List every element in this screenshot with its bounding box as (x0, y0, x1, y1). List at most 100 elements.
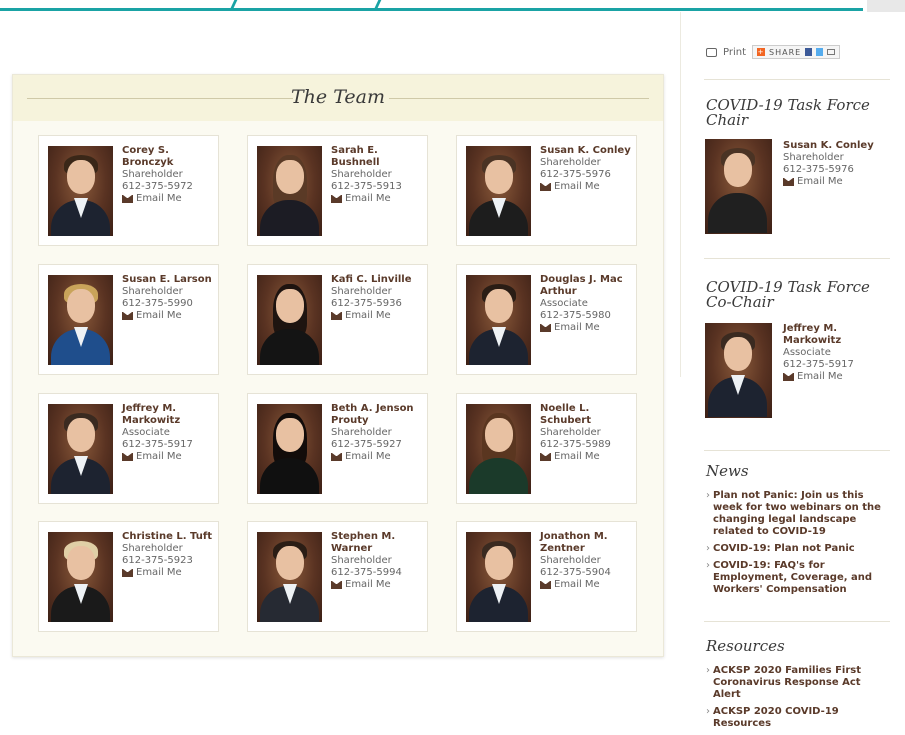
chevron-right-icon: › (706, 665, 710, 676)
email-label: Email Me (554, 451, 600, 462)
print-link[interactable]: Print (723, 47, 746, 58)
avatar[interactable] (466, 404, 531, 494)
member-name[interactable]: Jeffrey M. Markowitz (122, 403, 217, 427)
member-phone: 612-375-5980 (540, 310, 611, 321)
member-info: Jeffrey M. Markowitz Associate 612-375-591… (122, 403, 217, 463)
team-panel: The Team Corey S. Bronczyk Shareholder 612… (12, 74, 664, 657)
face (724, 153, 752, 187)
cochair-title: Associate (783, 347, 831, 358)
resource-item[interactable]: › ACKSP 2020 COVID-19 Resources (706, 706, 886, 730)
news-item[interactable]: › COVID-19: Plan not Panic (706, 543, 886, 555)
envelope-icon (540, 453, 551, 461)
email-link[interactable]: Email Me (540, 322, 635, 334)
team-member-card: Noelle L. Schubert Shareholder 612-375-598… (456, 393, 637, 504)
top-nav-bar (0, 0, 905, 12)
email-link[interactable]: Email Me (331, 579, 426, 591)
member-name[interactable]: Stephen M. Warner (331, 531, 426, 555)
member-name[interactable]: Kafi C. Linville (331, 274, 426, 286)
envelope-icon (783, 178, 794, 186)
printer-icon[interactable] (706, 47, 717, 57)
avatar[interactable] (48, 404, 113, 494)
email-link[interactable]: Email Me (540, 451, 635, 463)
avatar[interactable] (466, 275, 531, 365)
news-item-label: COVID-19: Plan not Panic (713, 543, 855, 554)
avatar[interactable] (257, 146, 322, 236)
chair-title: Shareholder (783, 152, 844, 163)
team-member-card: Douglas J. Mac Arthur Associate 612-375-59… (456, 264, 637, 375)
email-link[interactable]: Email Me (122, 310, 217, 322)
member-name[interactable]: Beth A. Jenson Prouty (331, 403, 426, 427)
cochair-email-link[interactable]: Email Me (783, 371, 883, 383)
avatar[interactable] (257, 275, 322, 365)
email-link[interactable]: Email Me (331, 451, 426, 463)
team-member-card: Kafi C. Linville Shareholder 612-375-5936 E… (247, 264, 428, 375)
share-button[interactable]: + SHARE (752, 45, 841, 59)
email-link[interactable]: Email Me (122, 567, 217, 579)
avatar[interactable] (705, 323, 772, 418)
email-label: Email Me (345, 310, 391, 321)
member-name[interactable]: Douglas J. Mac Arthur (540, 274, 635, 298)
cochair-name[interactable]: Jeffrey M. Markowitz (783, 323, 883, 347)
chair-info: Susan K. Conley Shareholder 612-375-5976… (783, 140, 883, 188)
body (469, 458, 528, 494)
member-name[interactable]: Noelle L. Schubert (540, 403, 635, 427)
member-title: Shareholder (331, 427, 392, 438)
team-member-card: Susan K. Conley Shareholder 612-375-5976 Em… (456, 135, 637, 246)
email-label: Email Me (345, 451, 391, 462)
avatar[interactable] (466, 532, 531, 622)
sidebar-rule (704, 258, 890, 259)
member-name[interactable]: Susan E. Larson (122, 274, 217, 286)
email-link[interactable]: Email Me (540, 181, 635, 193)
member-phone: 612-375-5913 (331, 181, 402, 192)
cochair-info: Jeffrey M. Markowitz Associate 612-375-5… (783, 323, 883, 383)
team-member-card: Susan E. Larson Shareholder 612-375-5990 Em… (38, 264, 219, 375)
avatar[interactable] (48, 275, 113, 365)
member-info: Christine L. Tuft Shareholder 612-375-5923… (122, 531, 217, 579)
news-item[interactable]: › Plan not Panic: Join us this week for t… (706, 490, 886, 538)
header-rule-right (389, 98, 649, 99)
member-name[interactable]: Susan K. Conley (540, 145, 635, 157)
chevron-right-icon: › (706, 560, 710, 571)
news-item[interactable]: › COVID-19: FAQ's for Employment, Coverag… (706, 560, 886, 596)
email-link[interactable]: Email Me (331, 310, 426, 322)
resource-item[interactable]: › ACKSP 2020 Families First Coronavirus R… (706, 665, 886, 701)
sidebar-rule (704, 621, 890, 622)
chair-name[interactable]: Susan K. Conley (783, 140, 883, 152)
member-info: Susan K. Conley Shareholder 612-375-5976 Em… (540, 145, 635, 193)
sidebar: Print + SHARE COVID-19 Task Force Chair … (680, 12, 905, 735)
email-link[interactable]: Email Me (331, 193, 426, 205)
resource-item-label: ACKSP 2020 COVID-19 Resources (713, 706, 839, 729)
envelope-icon (783, 373, 794, 381)
member-name[interactable]: Christine L. Tuft (122, 531, 217, 543)
news-heading: News (706, 462, 749, 480)
avatar[interactable] (48, 146, 113, 236)
face (67, 160, 95, 194)
chair-email-link[interactable]: Email Me (783, 176, 883, 188)
news-item-label: COVID-19: FAQ's for Employment, Coverage… (713, 560, 873, 595)
member-phone: 612-375-5989 (540, 439, 611, 450)
avatar[interactable] (257, 404, 322, 494)
email-link[interactable]: Email Me (122, 193, 217, 205)
face (67, 546, 95, 580)
member-info: Corey S. Bronczyk Shareholder 612-375-5972… (122, 145, 217, 205)
avatar[interactable] (705, 139, 772, 234)
member-name[interactable]: Corey S. Bronczyk (122, 145, 217, 169)
news-item-label: Plan not Panic: Join us this week for tw… (713, 490, 881, 537)
resources-list: › ACKSP 2020 Families First Coronavirus R… (706, 665, 886, 735)
avatar[interactable] (466, 146, 531, 236)
email-label: Email Me (345, 193, 391, 204)
avatar[interactable] (257, 532, 322, 622)
team-member-card: Christine L. Tuft Shareholder 612-375-5923… (38, 521, 219, 632)
email-link[interactable]: Email Me (122, 451, 217, 463)
plus-icon: + (757, 48, 766, 56)
twitter-icon (816, 48, 824, 56)
avatar[interactable] (48, 532, 113, 622)
email-label: Email Me (345, 579, 391, 590)
nav-end-box (867, 0, 905, 12)
member-info: Susan E. Larson Shareholder 612-375-5990 Em… (122, 274, 217, 322)
member-phone: 612-375-5994 (331, 567, 402, 578)
email-link[interactable]: Email Me (540, 579, 635, 591)
member-name[interactable]: Sarah E. Bushnell (331, 145, 426, 169)
member-name[interactable]: Jonathon M. Zentner (540, 531, 635, 555)
chevron-right-icon: › (706, 706, 710, 717)
